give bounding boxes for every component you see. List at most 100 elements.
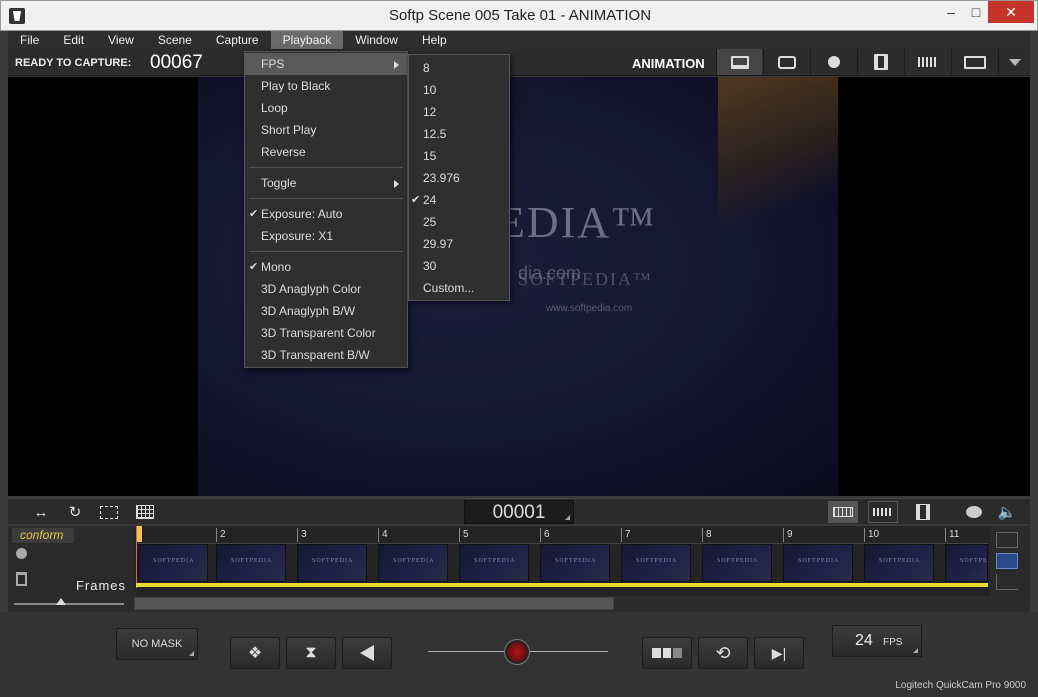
ruler-tick: 2 — [216, 528, 226, 542]
fps-option-15[interactable]: 15 — [409, 145, 509, 167]
timeline-ruler[interactable]: 2 3 4 5 6 7 8 9 10 11 — [136, 526, 988, 544]
step-forward-button[interactable]: ▶| — [754, 637, 804, 669]
fps-option-24[interactable]: ✔ 24 — [409, 189, 509, 211]
triangle-left-icon — [360, 645, 374, 661]
ruler-tick: 6 — [540, 528, 550, 542]
split-view-button[interactable] — [642, 637, 692, 669]
menu-item-label: Mono — [261, 260, 292, 274]
timeline[interactable]: conform Frames 2 3 4 5 6 7 8 9 10 11 — [8, 526, 1030, 596]
fps-option-30[interactable]: 30 — [409, 255, 509, 277]
fps-option-29-97[interactable]: 29.97 — [409, 233, 509, 255]
film-strip-icon — [873, 54, 888, 70]
fps-option-12[interactable]: 12 — [409, 101, 509, 123]
frame-thumbnail[interactable] — [864, 544, 934, 582]
frame-thumbnail[interactable] — [459, 544, 529, 582]
selection-frame-icon[interactable] — [98, 503, 120, 521]
playback-menu-short-play[interactable]: Short Play — [245, 119, 407, 141]
menu-view[interactable]: View — [96, 31, 146, 49]
menu-playback[interactable]: Playback — [270, 31, 344, 49]
frame-ruler-button[interactable] — [828, 501, 858, 523]
playback-menu-mono[interactable]: ✔ Mono — [245, 256, 407, 278]
playback-menu-exposure-auto[interactable]: ✔ Exposure: Auto — [245, 203, 407, 225]
playback-menu-reverse[interactable]: Reverse — [245, 141, 407, 163]
loop-button[interactable]: ⟲ — [698, 637, 748, 669]
ruler-tick: 7 — [621, 528, 631, 542]
playback-menu-3d-anaglyph-bw[interactable]: 3D Anaglyph B/W — [245, 300, 407, 322]
mirror-button[interactable]: ⧗ — [286, 637, 336, 669]
playback-menu-toggle[interactable]: Toggle — [245, 172, 407, 194]
waveform-icon — [873, 508, 893, 516]
playback-menu-play-to-black[interactable]: Play to Black — [245, 75, 407, 97]
maximize-button[interactable]: □ — [961, 1, 991, 23]
frame-thumbnail[interactable] — [297, 544, 367, 582]
live-view-button[interactable] — [716, 49, 762, 75]
marker-icon[interactable] — [16, 548, 27, 559]
frame-thumbnail[interactable] — [540, 544, 610, 582]
playback-menu-fps[interactable]: FPS — [245, 53, 407, 75]
nudge-button[interactable]: ❖ — [230, 637, 280, 669]
close-button[interactable]: ✕ — [988, 1, 1034, 23]
corner-arrow-icon — [565, 515, 570, 520]
speaker-icon[interactable]: 🔈 — [996, 503, 1018, 521]
guides-button[interactable] — [951, 49, 997, 75]
fps-option-25[interactable]: 25 — [409, 211, 509, 233]
snapshot-button[interactable] — [763, 49, 809, 75]
more-tools-button[interactable] — [998, 49, 1030, 75]
mask-value: NO MASK — [131, 638, 183, 650]
corner-bracket-icon[interactable] — [996, 574, 1018, 590]
menu-window[interactable]: Window — [343, 31, 410, 49]
horizontal-scrollbar[interactable] — [134, 597, 614, 610]
fps-option-10[interactable]: 10 — [409, 79, 509, 101]
capture-viewport[interactable]: EDIA™ dia.com SOFTPEDIA™ www.softpedia.c… — [8, 77, 1030, 496]
playback-menu-exposure-x1[interactable]: Exposure: X1 — [245, 225, 407, 247]
playback-menu-3d-transparent-bw[interactable]: 3D Transparent B/W — [245, 344, 407, 366]
mask-dropdown[interactable]: NO MASK — [116, 628, 198, 660]
zoom-slider-knob[interactable] — [56, 598, 66, 605]
menu-help[interactable]: Help — [410, 31, 459, 49]
menu-scene[interactable]: Scene — [146, 31, 204, 49]
conform-label[interactable]: conform — [12, 528, 74, 543]
fps-option-23-976[interactable]: 23.976 — [409, 167, 509, 189]
menu-file[interactable]: File — [8, 31, 51, 49]
playback-menu-loop[interactable]: Loop — [245, 97, 407, 119]
audio-track-button[interactable] — [868, 501, 898, 523]
submenu-arrow-icon — [394, 180, 399, 188]
menu-capture[interactable]: Capture — [204, 31, 271, 49]
fps-selector[interactable]: 24 FPS — [832, 625, 922, 657]
audio-button[interactable] — [904, 49, 950, 75]
expand-horizontal-icon[interactable]: ↔ — [30, 503, 52, 521]
transport-bar: NO MASK ❖ ⧗ ⟲ ▶| 24 FPS Logitech QuickCa… — [0, 612, 1038, 697]
speech-bubble-icon[interactable] — [963, 503, 985, 521]
capture-frame-counter: 00067 — [150, 52, 203, 73]
submenu-arrow-icon — [394, 61, 399, 69]
title-bar: Softp Scene 005 Take 01 - ANIMATION – □ … — [0, 0, 1038, 31]
fps-option-12-5[interactable]: 12.5 — [409, 123, 509, 145]
playback-menu-3d-anaglyph-color[interactable]: 3D Anaglyph Color — [245, 278, 407, 300]
fps-option-custom[interactable]: Custom... — [409, 277, 509, 299]
frame-thumbnail[interactable] — [945, 544, 988, 582]
frame-thumbnail[interactable] — [138, 544, 208, 582]
check-icon: ✔ — [249, 261, 259, 273]
grid-icon[interactable] — [134, 503, 156, 521]
frame-thumbnail[interactable] — [621, 544, 691, 582]
frame-thumbnail[interactable] — [783, 544, 853, 582]
playhead-line — [136, 526, 137, 588]
play-reverse-button[interactable] — [342, 637, 392, 669]
frame-thumbnail[interactable] — [378, 544, 448, 582]
onion-skin-button[interactable] — [810, 49, 856, 75]
rotate-icon[interactable]: ↻ — [64, 503, 86, 521]
playback-menu-3d-transparent-color[interactable]: 3D Transparent Color — [245, 322, 407, 344]
frames-view-button[interactable] — [857, 49, 903, 75]
fps-option-8[interactable]: 8 — [409, 57, 509, 79]
menu-edit[interactable]: Edit — [51, 31, 96, 49]
frame-thumbnail[interactable] — [216, 544, 286, 582]
trash-icon[interactable] — [16, 572, 27, 586]
mode-label: ANIMATION — [632, 56, 705, 71]
zoom-fit-icon[interactable] — [996, 532, 1018, 548]
timeline-frame-counter[interactable]: 00001 — [464, 500, 574, 524]
frame-thumbnail[interactable] — [702, 544, 772, 582]
record-button[interactable] — [504, 639, 530, 665]
frame-select-icon[interactable] — [996, 553, 1018, 569]
zoom-slider-track[interactable] — [14, 603, 124, 605]
film-strip-icon[interactable] — [912, 503, 934, 521]
